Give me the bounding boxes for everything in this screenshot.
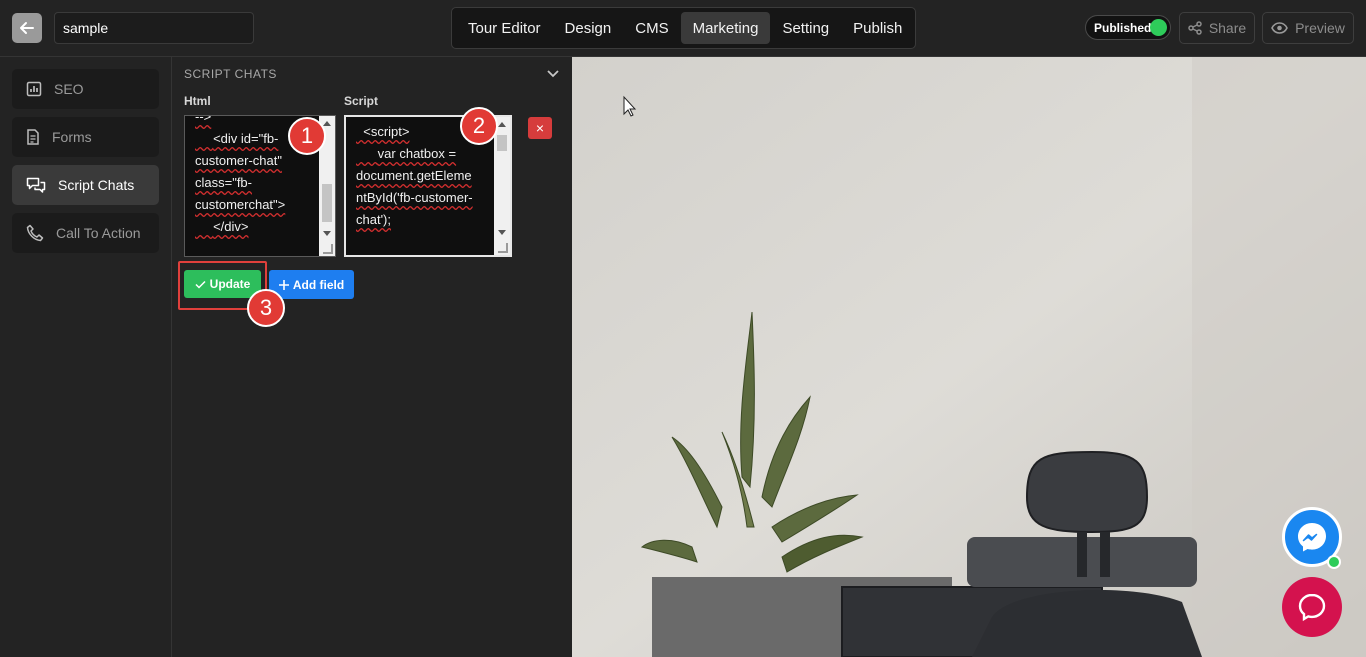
tour-preview[interactable] [572, 57, 1366, 657]
resize-handle[interactable] [498, 243, 508, 253]
delete-field-button[interactable]: × [528, 117, 552, 139]
sidebar-item-script-chats[interactable]: Script Chats [12, 165, 159, 205]
main-nav: Tour Editor Design CMS Marketing Setting… [451, 7, 916, 49]
tab-setting[interactable]: Setting [770, 12, 841, 44]
eye-icon [1271, 22, 1288, 34]
sidebar: SEO Forms Script Chats Call To Action [0, 57, 172, 657]
chevron-down-icon[interactable] [546, 69, 560, 79]
sidebar-item-label: SEO [54, 81, 84, 97]
annotation-badge-3: 3 [247, 289, 285, 327]
tour-title-input[interactable] [54, 12, 254, 44]
sidebar-item-label: Call To Action [56, 225, 141, 241]
online-status-dot [1327, 555, 1341, 569]
published-toggle[interactable]: Published [1085, 15, 1171, 40]
annotation-badge-2: 2 [460, 107, 498, 145]
close-icon: × [535, 120, 545, 136]
scroll-up-icon [498, 122, 506, 127]
script-scrollbar[interactable] [494, 117, 510, 255]
scroll-thumb[interactable] [322, 184, 332, 222]
live-chat-button[interactable] [1282, 577, 1342, 637]
resize-handle[interactable] [323, 244, 333, 254]
plus-icon [278, 279, 289, 290]
tab-cms[interactable]: CMS [623, 12, 680, 44]
preview-scene-image [572, 57, 1366, 657]
share-label: Share [1208, 20, 1247, 36]
document-icon [27, 129, 39, 145]
scroll-down-icon [498, 230, 506, 235]
messenger-icon [1298, 523, 1326, 552]
annotation-badge-1: 1 [288, 117, 326, 155]
tab-design[interactable]: Design [553, 12, 624, 44]
section-title: SCRIPT CHATS [184, 67, 277, 81]
chat-bubbles-icon [26, 177, 46, 193]
scroll-thumb[interactable] [497, 135, 507, 151]
sidebar-item-label: Script Chats [58, 177, 135, 193]
scroll-down-icon [323, 231, 331, 236]
preview-label: Preview [1295, 20, 1345, 36]
sidebar-item-call-to-action[interactable]: Call To Action [12, 213, 159, 253]
arrow-left-icon [20, 22, 34, 34]
phone-icon [26, 224, 44, 242]
tab-marketing[interactable]: Marketing [680, 12, 771, 44]
script-label: Script [344, 94, 379, 108]
chat-icon [1298, 593, 1326, 622]
chart-icon [26, 81, 42, 97]
add-field-button[interactable]: Add field [269, 270, 354, 299]
published-label: Published [1094, 20, 1152, 35]
top-bar: Tour Editor Design CMS Marketing Setting… [0, 0, 1366, 57]
sidebar-item-label: Forms [52, 129, 92, 145]
sidebar-item-seo[interactable]: SEO [12, 69, 159, 109]
scroll-up-icon [323, 121, 331, 126]
script-chats-panel: SCRIPT CHATS Html Script --> <div id="fb… [172, 57, 572, 657]
add-field-label: Add field [292, 277, 345, 292]
tab-publish[interactable]: Publish [841, 12, 914, 44]
share-icon [1188, 21, 1202, 35]
toggle-knob [1150, 19, 1167, 36]
html-label: Html [184, 94, 211, 108]
back-button[interactable] [12, 13, 42, 43]
sidebar-item-forms[interactable]: Forms [12, 117, 159, 157]
tab-tour-editor[interactable]: Tour Editor [456, 12, 553, 44]
share-button[interactable]: Share [1179, 12, 1255, 44]
preview-button[interactable]: Preview [1262, 12, 1354, 44]
